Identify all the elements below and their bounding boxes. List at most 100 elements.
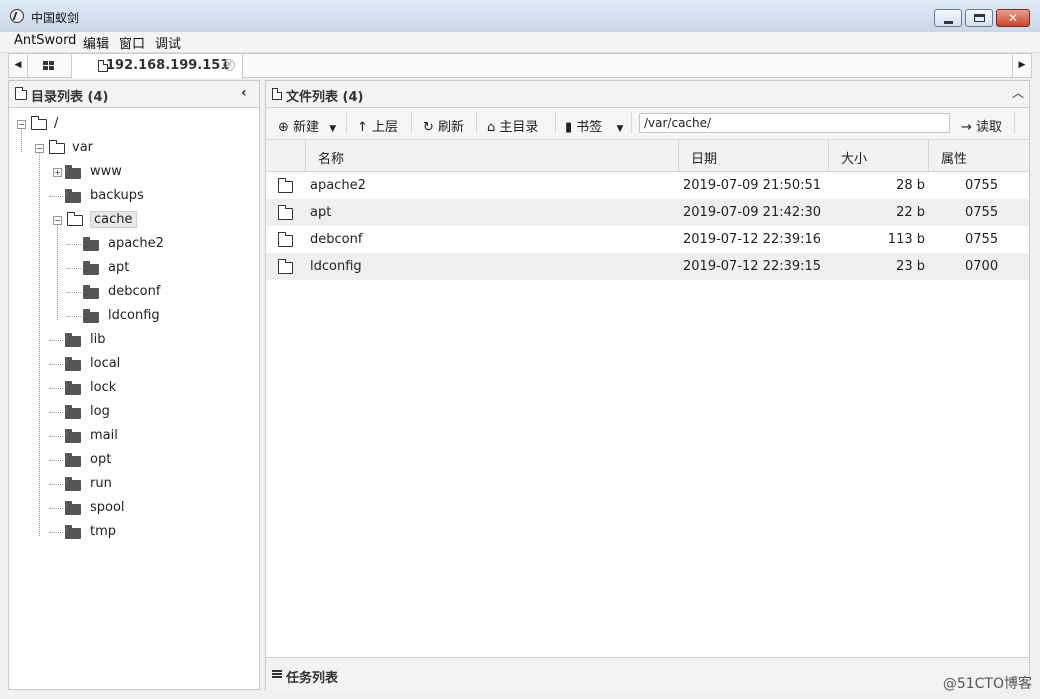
tab-connection[interactable]: 192.168.199.151 ✕ <box>72 54 243 78</box>
bookmark-button[interactable]: ▮ 书签 ▼ <box>565 116 623 135</box>
folder-icon <box>65 429 81 443</box>
task-panel-title: 任务列表 <box>286 671 339 686</box>
folder-icon <box>65 165 81 179</box>
tree-connector <box>49 340 63 341</box>
tree-node-label: backups <box>90 188 144 203</box>
menu-edit[interactable]: 编辑 <box>83 33 109 52</box>
file-name: ldconfig <box>310 259 362 274</box>
folder-icon <box>65 357 81 371</box>
read-button[interactable]: → 读取 <box>961 116 1002 135</box>
folder-icon <box>15 87 27 100</box>
tree-node[interactable]: local <box>9 352 259 376</box>
tree-connector <box>57 224 58 320</box>
menu-debug[interactable]: 调试 <box>155 33 181 52</box>
tab-bar: ◀ 192.168.199.151 ✕ ▶ <box>8 53 1032 78</box>
collapse-up-icon[interactable]: ︿ <box>1012 84 1024 101</box>
path-input[interactable] <box>639 113 950 133</box>
file-attr: 0755 <box>965 205 999 220</box>
collapse-left-icon[interactable]: ‹ <box>241 85 247 101</box>
column-header-attr[interactable]: 属性 <box>929 140 1029 171</box>
column-header-name[interactable]: 名称 <box>306 140 679 171</box>
table-row[interactable]: ldconfig 2019-07-12 22:39:15 23 b 0700 <box>266 253 1029 280</box>
tree-node[interactable]: ldconfig <box>9 304 259 328</box>
folder-icon <box>83 285 99 299</box>
tab-close-icon[interactable]: ✕ <box>223 59 235 71</box>
tree-connector <box>67 268 81 269</box>
minimize-button[interactable] <box>934 9 962 27</box>
folder-icon <box>278 232 293 247</box>
folder-icon <box>83 261 99 275</box>
home-dir-button[interactable]: ⌂ 主目录 <box>487 116 538 135</box>
app-logo-icon <box>10 9 24 23</box>
tree-node[interactable]: mail <box>9 424 259 448</box>
tree-node-label: tmp <box>90 524 117 539</box>
table-row[interactable]: apache2 2019-07-09 21:50:51 28 b 0755 <box>266 172 1029 199</box>
table-row[interactable]: apt 2019-07-09 21:42:30 22 b 0755 <box>266 199 1029 226</box>
tree-node-label: local <box>90 356 121 371</box>
tree-connector <box>67 244 81 245</box>
toolbar-divider <box>476 112 477 134</box>
tree-node[interactable]: run <box>9 472 259 496</box>
expand-toggle-icon[interactable]: + <box>53 168 62 177</box>
watermark: @51CTO博客 <box>942 676 1032 692</box>
dropdown-caret-icon: ▼ <box>329 124 337 134</box>
folder-icon <box>278 178 293 193</box>
tree-node[interactable]: spool <box>9 496 259 520</box>
column-header-size[interactable]: 大小 <box>829 140 929 171</box>
tab-scroll-left-icon[interactable]: ◀ <box>9 54 28 77</box>
tree-connector <box>49 484 63 485</box>
tree-node[interactable]: tmp <box>9 520 259 544</box>
tree-node[interactable]: − / <box>9 112 259 136</box>
title-bar: 中国蚁剑 ✕ <box>0 0 1040 33</box>
tree-connector <box>49 388 63 389</box>
tree-node[interactable]: debconf <box>9 280 259 304</box>
tree-connector <box>49 436 63 437</box>
folder-icon <box>65 453 81 467</box>
column-header-date[interactable]: 日期 <box>679 140 829 171</box>
new-button[interactable]: ⊕ 新建 ▼ <box>278 116 336 135</box>
file-icon <box>272 88 282 100</box>
file-panel: 文件列表 (4) ︿ ⊕ 新建 ▼ ↑ 上层 ↻ 刷新 ⌂ 主目录 ▮ 书签 ▼ <box>265 80 1030 690</box>
tree-node[interactable]: + www <box>9 160 259 184</box>
tree-node[interactable]: apt <box>9 256 259 280</box>
tab-home[interactable] <box>27 54 72 77</box>
tree-connector <box>67 292 81 293</box>
tree-node-label: apache2 <box>108 236 164 251</box>
home-icon: ⌂ <box>487 120 496 135</box>
list-icon <box>272 670 282 678</box>
tree-node-label: lib <box>90 332 106 347</box>
tree-node[interactable]: apache2 <box>9 232 259 256</box>
menu-window[interactable]: 窗口 <box>119 33 145 52</box>
file-grid-body: apache2 2019-07-09 21:50:51 28 b 0755 ap… <box>266 172 1029 656</box>
tree-node[interactable]: log <box>9 400 259 424</box>
folder-open-icon <box>49 140 65 154</box>
tree-node-label: apt <box>108 260 130 275</box>
menu-antsword[interactable]: AntSword <box>14 33 76 48</box>
tree-node[interactable]: opt <box>9 448 259 472</box>
tab-scroll-right-icon[interactable]: ▶ <box>1012 54 1031 77</box>
table-row[interactable]: debconf 2019-07-12 22:39:16 113 b 0755 <box>266 226 1029 253</box>
toolbar-divider <box>346 112 347 134</box>
tree-node[interactable]: − cache <box>9 208 259 232</box>
tree-node[interactable]: lib <box>9 328 259 352</box>
tree-connector <box>49 196 63 197</box>
tree-node[interactable]: backups <box>9 184 259 208</box>
tree-node[interactable]: − var <box>9 136 259 160</box>
file-toolbar: ⊕ 新建 ▼ ↑ 上层 ↻ 刷新 ⌂ 主目录 ▮ 书签 ▼ → 读取 <box>266 108 1029 140</box>
folder-icon <box>65 501 81 515</box>
grid-icon <box>43 61 54 70</box>
maximize-button[interactable] <box>965 9 993 27</box>
folder-icon <box>65 333 81 347</box>
bookmark-icon: ▮ <box>565 120 573 135</box>
close-button[interactable]: ✕ <box>996 9 1030 27</box>
file-date: 2019-07-09 21:42:30 <box>683 205 822 220</box>
file-size: 28 b <box>896 178 925 193</box>
toolbar-divider <box>411 112 412 134</box>
tree-node[interactable]: lock <box>9 376 259 400</box>
task-panel-header[interactable]: 任务列表 <box>266 657 1029 690</box>
tree-node-label: log <box>90 404 110 419</box>
tree-node-label: spool <box>90 500 125 515</box>
refresh-button[interactable]: ↻ 刷新 <box>423 116 464 135</box>
tree-node-label: cache <box>90 211 137 228</box>
up-level-button[interactable]: ↑ 上层 <box>357 116 398 135</box>
